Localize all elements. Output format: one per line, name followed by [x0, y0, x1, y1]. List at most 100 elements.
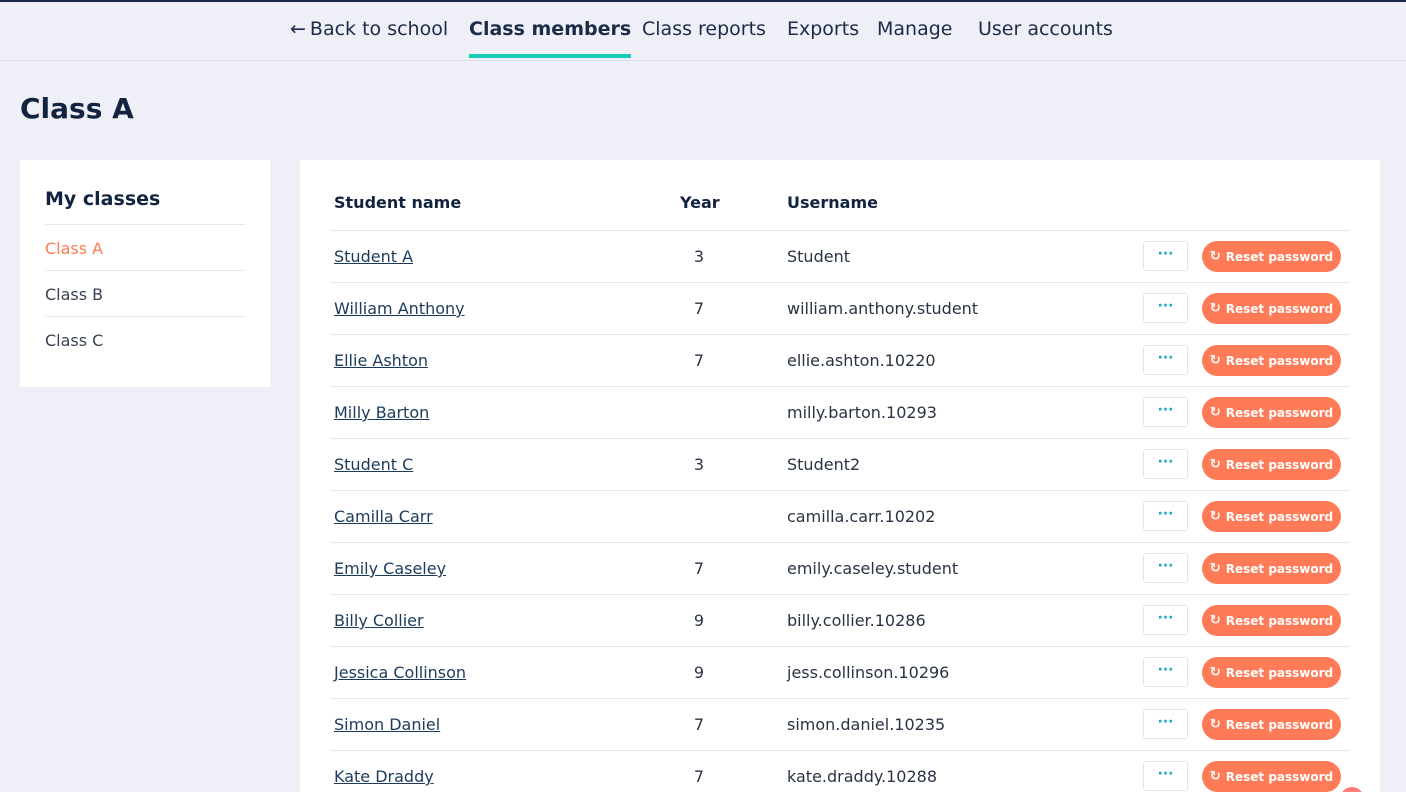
tab-class-members[interactable]: Class members	[469, 18, 632, 58]
ellipsis-icon: ···	[1157, 298, 1174, 314]
reset-icon: ↻	[1209, 249, 1221, 264]
reset-icon: ↻	[1209, 457, 1221, 472]
table-row: Billy Collier 9 billy.collier.10286 ··· ↻ Res…	[330, 594, 1350, 646]
ellipsis-icon: ···	[1157, 610, 1174, 626]
year-cell: 3	[693, 455, 705, 474]
reset-password-label: Reset password	[1225, 561, 1334, 576]
reset-password-button[interactable]: ↻ Reset password	[1202, 605, 1341, 636]
reset-password-label: Reset password	[1225, 249, 1334, 264]
table-row: Student A 3 Student ··· ↻ Reset password	[330, 230, 1350, 282]
reset-password-label: Reset password	[1225, 665, 1334, 680]
year-cell: 9	[693, 663, 705, 682]
student-name-link[interactable]: Camilla Carr	[334, 507, 433, 526]
table-row: Simon Daniel 7 simon.daniel.10235 ··· ↻ Reset…	[330, 698, 1350, 750]
student-name-link[interactable]: Student A	[334, 247, 413, 266]
table-row: Ellie Ashton 7 ellie.ashton.10220 ··· ↻ Reset…	[330, 334, 1350, 386]
reset-icon: ↻	[1209, 613, 1221, 628]
ellipsis-icon: ···	[1157, 454, 1174, 470]
student-name-link[interactable]: Kate Draddy	[334, 767, 434, 786]
table-row: William Anthony 7 william.anthony.student ·…	[330, 282, 1350, 334]
username-cell: billy.collier.10286	[787, 611, 926, 630]
student-name-link[interactable]: Ellie Ashton	[334, 351, 428, 370]
ellipsis-icon: ···	[1157, 246, 1174, 262]
tab-label: Class reports	[642, 18, 766, 40]
back-to-school-link[interactable]: ← Back to school	[290, 18, 448, 40]
more-options-button[interactable]: ···	[1143, 605, 1188, 635]
more-options-button[interactable]: ···	[1143, 293, 1188, 323]
reset-password-button[interactable]: ↻ Reset password	[1202, 501, 1341, 532]
username-cell: milly.barton.10293	[787, 403, 937, 422]
tab-label: Class members	[469, 18, 632, 40]
student-name-link[interactable]: William Anthony	[334, 299, 465, 318]
more-options-button[interactable]: ···	[1143, 553, 1188, 583]
reset-icon: ↻	[1209, 353, 1221, 368]
year-cell: 3	[693, 247, 705, 266]
sidebar-title: My classes	[45, 188, 161, 210]
more-options-button[interactable]: ···	[1143, 241, 1188, 271]
reset-icon: ↻	[1209, 509, 1221, 524]
more-options-button[interactable]: ···	[1143, 501, 1188, 531]
class-members-table: Student name Year Username Student A 3 Stu…	[300, 160, 1380, 792]
reset-password-button[interactable]: ↻ Reset password	[1202, 293, 1341, 324]
username-cell: jess.collinson.10296	[787, 663, 950, 682]
tab-manage[interactable]: Manage	[877, 18, 952, 40]
student-name-link[interactable]: Simon Daniel	[334, 715, 440, 734]
username-cell: william.anthony.student	[787, 299, 979, 318]
reset-password-button[interactable]: ↻ Reset password	[1202, 449, 1341, 480]
ellipsis-icon: ···	[1157, 766, 1174, 782]
reset-password-label: Reset password	[1225, 717, 1334, 732]
sidebar-item-class-c[interactable]: Class C	[45, 316, 245, 362]
tab-class-reports[interactable]: Class reports	[642, 18, 766, 40]
my-classes-sidebar: My classes Class A Class B Class C	[20, 160, 270, 387]
reset-password-label: Reset password	[1225, 769, 1334, 784]
reset-icon: ↻	[1209, 405, 1221, 420]
tab-label: Exports	[787, 18, 860, 40]
student-name-link[interactable]: Student C	[334, 455, 413, 474]
ellipsis-icon: ···	[1157, 558, 1174, 574]
reset-password-button[interactable]: ↻ Reset password	[1202, 397, 1341, 428]
table-row: Jessica Collinson 9 jess.collinson.10296 ··…	[330, 646, 1350, 698]
reset-icon: ↻	[1209, 301, 1221, 316]
more-options-button[interactable]: ···	[1143, 761, 1188, 791]
ellipsis-icon: ···	[1157, 714, 1174, 730]
reset-password-label: Reset password	[1225, 405, 1334, 420]
sidebar-item-class-b[interactable]: Class B	[45, 270, 245, 316]
username-cell: camilla.carr.10202	[787, 507, 936, 526]
student-name-link[interactable]: Jessica Collinson	[334, 663, 466, 682]
reset-password-label: Reset password	[1225, 457, 1334, 472]
reset-icon: ↻	[1209, 769, 1221, 784]
student-name-link[interactable]: Milly Barton	[334, 403, 429, 422]
ellipsis-icon: ···	[1157, 402, 1174, 418]
tab-exports[interactable]: Exports	[787, 18, 859, 40]
reset-password-button[interactable]: ↻ Reset password	[1202, 241, 1341, 272]
header-year: Year	[680, 193, 720, 212]
more-options-button[interactable]: ···	[1143, 345, 1188, 375]
tab-label: Manage	[877, 18, 953, 40]
reset-password-button[interactable]: ↻ Reset password	[1202, 345, 1341, 376]
year-cell: 7	[693, 767, 705, 786]
top-navigation: ← Back to school Class members Class repo…	[0, 2, 1406, 61]
reset-password-label: Reset password	[1225, 301, 1334, 316]
sidebar-item-class-a[interactable]: Class A	[45, 224, 245, 270]
student-name-link[interactable]: Emily Caseley	[334, 559, 446, 578]
username-cell: Student	[787, 247, 850, 266]
reset-password-button[interactable]: ↻ Reset password	[1202, 709, 1341, 740]
year-cell: 7	[693, 559, 705, 578]
active-tab-indicator	[469, 54, 632, 58]
student-name-link[interactable]: Billy Collier	[334, 611, 424, 630]
more-options-button[interactable]: ···	[1143, 397, 1188, 427]
more-options-button[interactable]: ···	[1143, 449, 1188, 479]
more-options-button[interactable]: ···	[1143, 657, 1188, 687]
username-cell: emily.caseley.student	[787, 559, 959, 578]
ellipsis-icon: ···	[1157, 506, 1174, 522]
header-student-name: Student name	[334, 193, 462, 212]
reset-icon: ↻	[1209, 665, 1221, 680]
reset-password-button[interactable]: ↻ Reset password	[1202, 761, 1341, 792]
table-row: Milly Barton milly.barton.10293 ··· ↻ Reset …	[330, 386, 1350, 438]
table-row: Kate Draddy 7 kate.draddy.10288 ··· ↻ Reset p…	[330, 750, 1350, 792]
more-options-button[interactable]: ···	[1143, 709, 1188, 739]
tab-user-accounts[interactable]: User accounts	[978, 18, 1113, 40]
reset-password-button[interactable]: ↻ Reset password	[1202, 553, 1341, 584]
reset-password-button[interactable]: ↻ Reset password	[1202, 657, 1341, 688]
table-row: Emily Caseley 7 emily.caseley.student ··· ↻ R…	[330, 542, 1350, 594]
